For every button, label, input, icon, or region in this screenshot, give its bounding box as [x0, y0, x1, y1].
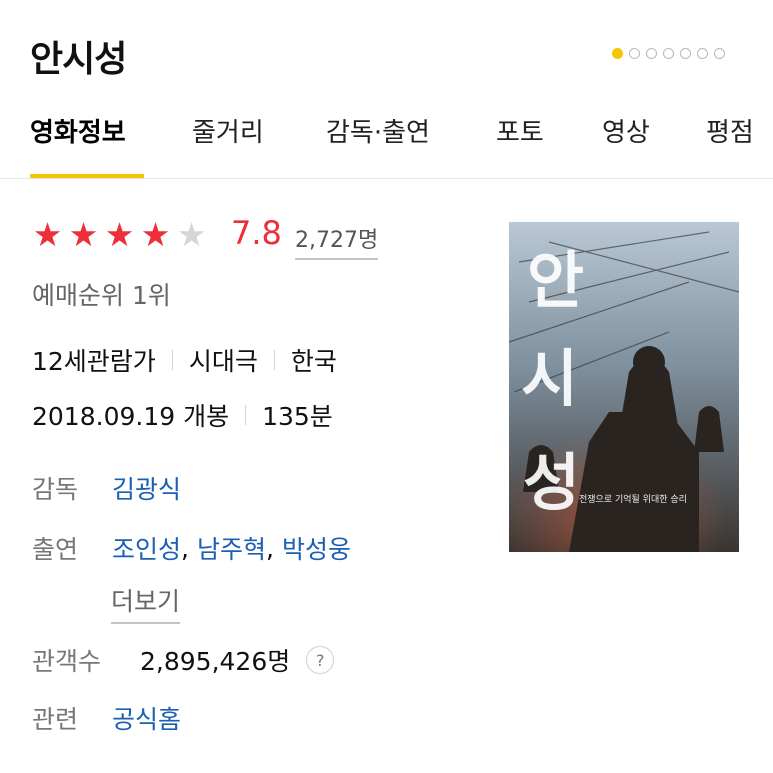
star-filled-icon: ★	[104, 215, 135, 254]
movie-title: 안시성	[30, 39, 127, 80]
age-rating: 12세관람가	[32, 347, 156, 376]
star-filled-icon: ★	[140, 215, 171, 254]
pager-dot[interactable]	[680, 48, 691, 59]
tab-video[interactable]: 영상	[602, 112, 650, 149]
divider	[245, 405, 247, 425]
rating-count-link[interactable]: 2,727명	[295, 222, 379, 260]
rating-score: 7.8	[231, 214, 282, 252]
official-site-link[interactable]: 공식홈	[112, 700, 181, 736]
carousel-pager	[612, 48, 725, 62]
star-empty-icon: ★	[176, 215, 207, 254]
director-label: 감독	[32, 475, 79, 504]
poster-title-glyph: 안	[527, 244, 584, 317]
tab-director-cast[interactable]: 감독·출연	[326, 112, 430, 149]
star-filled-icon: ★	[68, 215, 99, 254]
release-date: 2018.09.19 개봉	[32, 402, 230, 431]
genre: 시대극	[188, 347, 258, 376]
divider	[171, 350, 173, 370]
booking-rank: 예매순위 1위	[32, 281, 171, 310]
movie-poster[interactable]: 안 시 성 전쟁으로 기억될 위대한 승리	[509, 222, 739, 552]
pager-dot[interactable]	[714, 48, 725, 59]
poster-title-glyph: 시	[521, 342, 578, 415]
tab-plot[interactable]: 줄거리	[192, 112, 264, 149]
divider	[273, 350, 275, 370]
cast-link[interactable]: 남주혁	[197, 530, 266, 566]
poster-art: 안 시 성 전쟁으로 기억될 위대한 승리	[509, 222, 739, 552]
related-label: 관련	[32, 705, 79, 734]
tab-photo[interactable]: 포토	[496, 112, 544, 149]
meta-line-1: 12세관람가 시대극 한국	[32, 342, 337, 378]
pager-dot-active[interactable]	[612, 48, 623, 59]
tab-movie-info[interactable]: 영화정보	[30, 112, 126, 149]
poster-title-glyph: 성	[523, 446, 580, 519]
director-link[interactable]: 김광식	[112, 470, 181, 506]
star-rating: ★ ★ ★ ★ ★	[30, 218, 209, 251]
meta-line-2: 2018.09.19 개봉 135분	[32, 397, 333, 433]
active-tab-indicator	[30, 174, 144, 178]
country: 한국	[290, 347, 337, 376]
audience-label: 관객수	[32, 647, 102, 676]
audience-row: 관객수 2,895,426명 ?	[32, 642, 335, 678]
help-icon[interactable]: ?	[306, 646, 335, 674]
cast-link[interactable]: 박성웅	[282, 530, 351, 566]
cast-more-button[interactable]: 더보기	[111, 582, 181, 624]
audience-value: 2,895,426명	[140, 647, 291, 676]
poster-tagline: 전쟁으로 기억될 위대한 승리	[579, 493, 687, 505]
related-row: 관련 공식홈	[32, 700, 181, 736]
tab-bar: 영화정보 줄거리 감독·출연 포토 영상 평점	[0, 100, 773, 179]
director-row: 감독 김광식	[32, 470, 181, 506]
rating-block: ★ ★ ★ ★ ★ 7.8 2,727명	[30, 214, 379, 262]
pager-dot[interactable]	[663, 48, 674, 59]
pager-dot[interactable]	[629, 48, 640, 59]
cast-label: 출연	[32, 535, 79, 564]
pager-dot[interactable]	[646, 48, 657, 59]
cast-row: 출연 조인성, 남주혁, 박성웅	[32, 530, 351, 566]
tab-reviews[interactable]: 평점	[706, 112, 754, 149]
star-filled-icon: ★	[32, 215, 63, 254]
pager-dot[interactable]	[697, 48, 708, 59]
cast-link[interactable]: 조인성	[112, 530, 181, 566]
runtime: 135분	[262, 402, 333, 431]
